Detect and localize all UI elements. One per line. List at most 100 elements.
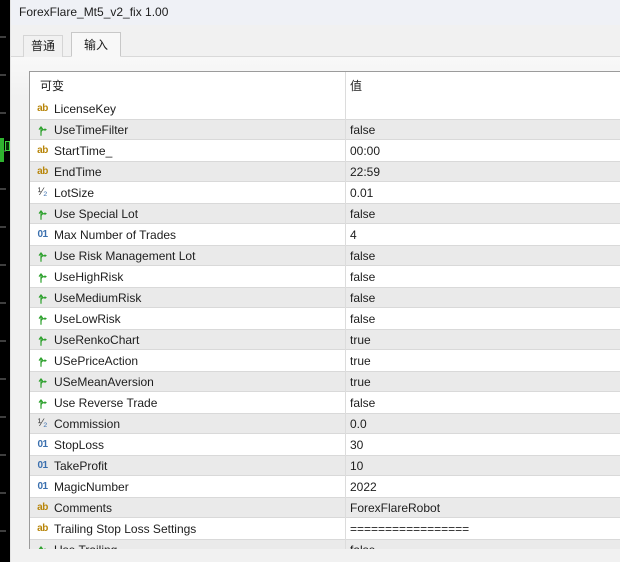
param-name-cell: 01TakeProfit bbox=[30, 459, 345, 473]
param-row[interactable]: UseLowRiskfalse bbox=[30, 308, 620, 329]
param-row[interactable]: 01 StopLoss 30 bbox=[30, 434, 620, 455]
param-name-cell: Use Trailing bbox=[30, 543, 345, 550]
bool-branch-icon bbox=[35, 313, 50, 325]
param-value[interactable]: 4 bbox=[345, 228, 620, 242]
param-name-cell: abStartTime_ bbox=[30, 144, 345, 158]
bool-branch-icon bbox=[35, 250, 50, 262]
param-value[interactable]: false bbox=[345, 543, 620, 550]
param-value[interactable]: true bbox=[345, 333, 620, 347]
param-row[interactable]: Use Special Lot false bbox=[30, 203, 620, 224]
param-row[interactable]: Use Trailing false bbox=[30, 539, 620, 549]
param-value[interactable]: 2022 bbox=[345, 480, 620, 494]
param-row[interactable]: 01 Max Number of Trades 4 bbox=[30, 224, 620, 245]
param-row[interactable]: UseHighRiskfalse bbox=[30, 266, 620, 287]
param-row[interactable]: 01MagicNumber2022 bbox=[30, 476, 620, 497]
param-row[interactable]: abStartTime_00:00 bbox=[30, 140, 620, 161]
tab-common[interactable]: 普通 bbox=[23, 35, 63, 57]
param-name-cell: Use Special Lot bbox=[30, 207, 345, 221]
param-value[interactable]: ForexFlareRobot bbox=[345, 501, 620, 515]
param-value[interactable]: 0.0 bbox=[345, 417, 620, 431]
param-row[interactable]: abCommentsForexFlareRobot bbox=[30, 497, 620, 518]
param-name: Max Number of Trades bbox=[54, 228, 176, 242]
param-value[interactable]: false bbox=[345, 312, 620, 326]
param-value[interactable]: ================= bbox=[345, 522, 620, 536]
param-row[interactable]: Use Reverse Trade false bbox=[30, 392, 620, 413]
table-rows: abLicenseKey UseTimeFilterfalseabStartTi… bbox=[30, 98, 620, 549]
param-row[interactable]: abLicenseKey bbox=[30, 98, 620, 119]
ea-inputs-dialog: ForexFlare_Mt5_v2_fix 1.00 普通 输入 可变 值 ab… bbox=[10, 0, 620, 562]
tab-content: 可变 值 abLicenseKey UseTimeFilterfalseabSt… bbox=[11, 57, 620, 562]
param-name-cell: USeMeanAversion bbox=[30, 375, 345, 389]
param-name: StopLoss bbox=[54, 438, 104, 452]
param-name-cell: USePriceAction bbox=[30, 354, 345, 368]
integer-type-icon: 01 bbox=[35, 230, 50, 240]
background-chart-strip bbox=[0, 0, 10, 562]
param-name: Use Reverse Trade bbox=[54, 396, 157, 410]
column-divider[interactable] bbox=[345, 72, 346, 549]
param-name-cell: UseMediumRisk bbox=[30, 291, 345, 305]
param-name-cell: UseRenkoChart bbox=[30, 333, 345, 347]
param-name: StartTime_ bbox=[54, 144, 112, 158]
param-name-cell: 01 StopLoss bbox=[30, 438, 345, 452]
chart-candle-icon bbox=[0, 138, 4, 162]
param-row[interactable]: ab EndTime 22:59 bbox=[30, 161, 620, 182]
double-type-icon: ¹⁄₂ bbox=[35, 187, 50, 198]
param-row[interactable]: ¹⁄₂ LotSize 0.01 bbox=[30, 182, 620, 203]
param-value[interactable]: false bbox=[345, 249, 620, 263]
bool-branch-icon bbox=[35, 355, 50, 367]
param-value[interactable]: 00:00 bbox=[345, 144, 620, 158]
param-row[interactable]: UseMediumRisk false bbox=[30, 287, 620, 308]
param-name-cell: abLicenseKey bbox=[30, 102, 345, 116]
param-name: Trailing Stop Loss Settings bbox=[54, 522, 196, 536]
param-row[interactable]: UseTimeFilterfalse bbox=[30, 119, 620, 140]
param-value[interactable]: 10 bbox=[345, 459, 620, 473]
bool-branch-icon bbox=[35, 397, 50, 409]
param-name: USePriceAction bbox=[54, 354, 138, 368]
param-row[interactable]: 01TakeProfit10 bbox=[30, 455, 620, 476]
param-value[interactable]: 22:59 bbox=[345, 165, 620, 179]
integer-type-icon: 01 bbox=[35, 482, 50, 492]
param-value[interactable]: true bbox=[345, 375, 620, 389]
param-value[interactable]: false bbox=[345, 291, 620, 305]
param-row[interactable]: ¹⁄₂Commission0.0 bbox=[30, 413, 620, 434]
string-type-icon: ab bbox=[35, 167, 50, 177]
string-type-icon: ab bbox=[35, 524, 50, 534]
param-name: EndTime bbox=[54, 165, 102, 179]
param-name: Use Risk Management Lot bbox=[54, 249, 195, 263]
param-row[interactable]: Use Risk Management Lot false bbox=[30, 245, 620, 266]
integer-type-icon: 01 bbox=[35, 461, 50, 471]
param-name: LotSize bbox=[54, 186, 94, 200]
param-name-cell: ¹⁄₂Commission bbox=[30, 417, 345, 431]
param-value[interactable]: true bbox=[345, 354, 620, 368]
param-value[interactable]: false bbox=[345, 123, 620, 137]
bool-branch-icon bbox=[35, 334, 50, 346]
integer-type-icon: 01 bbox=[35, 440, 50, 450]
param-row[interactable]: USePriceAction true bbox=[30, 350, 620, 371]
param-name-cell: ab Trailing Stop Loss Settings bbox=[30, 522, 345, 536]
param-name-cell: ab EndTime bbox=[30, 165, 345, 179]
param-row[interactable]: UseRenkoCharttrue bbox=[30, 329, 620, 350]
param-name-cell: UseLowRisk bbox=[30, 312, 345, 326]
bool-branch-icon bbox=[35, 292, 50, 304]
param-value[interactable]: false bbox=[345, 207, 620, 221]
param-name: Use Trailing bbox=[54, 543, 117, 550]
param-name: Use Special Lot bbox=[54, 207, 138, 221]
tab-inputs-label: 输入 bbox=[84, 38, 108, 52]
parameters-table: 可变 值 abLicenseKey UseTimeFilterfalseabSt… bbox=[29, 71, 620, 549]
param-name: UseMediumRisk bbox=[54, 291, 141, 305]
param-name: Comments bbox=[54, 501, 112, 515]
param-name-cell: UseTimeFilter bbox=[30, 123, 345, 137]
string-type-icon: ab bbox=[35, 104, 50, 114]
param-row[interactable]: ab Trailing Stop Loss Settings ===========… bbox=[30, 518, 620, 539]
param-name-cell: abComments bbox=[30, 501, 345, 515]
bool-branch-icon bbox=[35, 271, 50, 283]
param-name-cell: UseHighRisk bbox=[30, 270, 345, 284]
param-value[interactable]: false bbox=[345, 396, 620, 410]
tab-common-label: 普通 bbox=[31, 39, 55, 53]
param-row[interactable]: USeMeanAversion true bbox=[30, 371, 620, 392]
tab-inputs[interactable]: 输入 bbox=[71, 32, 121, 57]
param-value[interactable]: 30 bbox=[345, 438, 620, 452]
param-value[interactable]: 0.01 bbox=[345, 186, 620, 200]
param-value[interactable]: false bbox=[345, 270, 620, 284]
param-name: USeMeanAversion bbox=[54, 375, 154, 389]
